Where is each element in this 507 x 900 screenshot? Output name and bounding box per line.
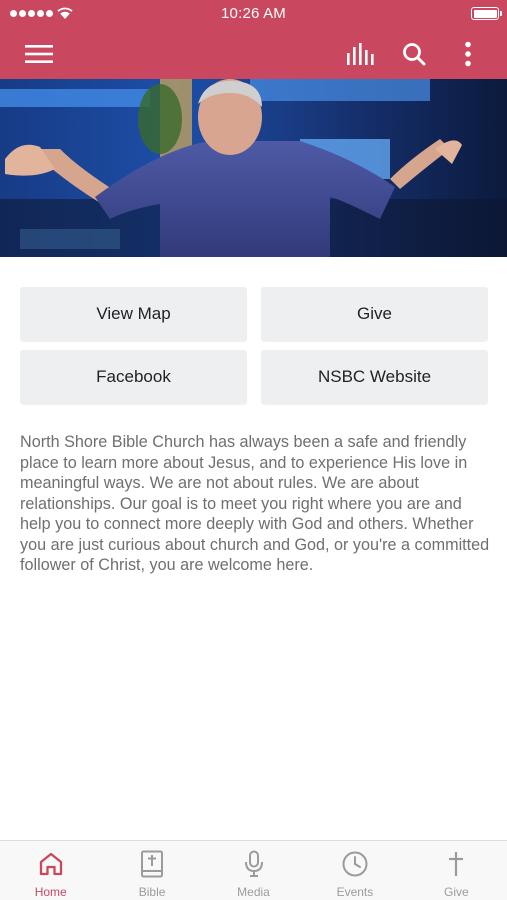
stats-button[interactable] [342, 38, 378, 70]
action-buttons: View Map Give Facebook NSBC Website [20, 287, 488, 404]
tab-events[interactable]: Events [304, 841, 405, 900]
website-button[interactable]: NSBC Website [261, 350, 488, 404]
battery-icon [471, 7, 502, 20]
hero-image [0, 79, 507, 257]
search-button[interactable] [396, 38, 432, 70]
pastor-speaking-image [0, 79, 507, 257]
tab-label-home: Home [34, 885, 67, 899]
tab-bible[interactable]: Bible [101, 841, 202, 900]
tab-label-media: Media [237, 885, 270, 899]
tab-label-give: Give [443, 885, 469, 899]
hamburger-icon [25, 45, 53, 63]
tab-media[interactable]: Media [203, 841, 304, 900]
about-text: North Shore Bible Church has always been… [20, 433, 490, 574]
facebook-button[interactable]: Facebook [20, 350, 247, 404]
bible-icon [141, 850, 164, 878]
tab-bar: Home Bible Media Events Give [0, 840, 507, 900]
tab-label-bible: Bible [138, 885, 166, 899]
tab-home[interactable]: Home [0, 841, 101, 900]
tab-give[interactable]: Give [406, 841, 507, 900]
cross-icon [449, 852, 464, 876]
give-button[interactable]: Give [261, 287, 488, 341]
search-icon [403, 43, 426, 66]
stats-icon [347, 43, 374, 65]
status-time: 10:26 AM [221, 5, 286, 22]
more-vertical-icon [465, 41, 471, 67]
tab-label-events: Events [336, 885, 374, 899]
menu-button[interactable] [21, 38, 57, 70]
microphone-icon [244, 850, 263, 877]
app-header: 10:26 AM [0, 0, 507, 79]
more-options-button[interactable] [450, 38, 486, 70]
status-bar: 10:26 AM [0, 0, 507, 28]
home-icon [39, 852, 62, 876]
navigation-bar [0, 28, 507, 79]
clock-icon [342, 851, 368, 877]
view-map-button[interactable]: View Map [20, 287, 247, 341]
